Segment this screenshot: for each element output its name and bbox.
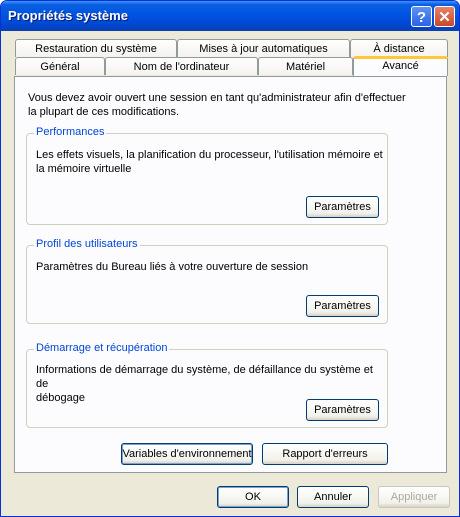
profil-settings-button[interactable]: Paramètres xyxy=(306,295,379,317)
close-button[interactable]: ✕ xyxy=(434,6,455,27)
tab-nom-de-l-ordinateur[interactable]: Nom de l'ordinateur xyxy=(105,57,258,75)
group-label-demarrage: Démarrage et récupération xyxy=(34,342,170,354)
performances-desc-line-1: Les effets visuels, la planification du … xyxy=(36,149,383,161)
intro-text: Vous devez avoir ouvert une session en t… xyxy=(28,91,406,119)
help-button[interactable]: ? xyxy=(411,6,432,27)
close-icon: ✕ xyxy=(438,9,451,26)
tab-restauration-du-systeme[interactable]: Restauration du système xyxy=(15,39,177,57)
intro-line-2: la plupart de ces modifications. xyxy=(28,106,180,118)
profil-description: Paramètres du Bureau liés à votre ouvert… xyxy=(36,260,308,274)
tab-general[interactable]: Général xyxy=(15,57,105,75)
group-demarrage-et-recuperation: Démarrage et récupération Informations d… xyxy=(26,342,388,428)
system-properties-window: Propriétés système ? ✕ Restauration du s… xyxy=(0,0,460,517)
cancel-button[interactable]: Annuler xyxy=(297,486,369,508)
error-reporting-button[interactable]: Rapport d'erreurs xyxy=(262,443,388,465)
profil-desc-line-1: Paramètres du Bureau liés à votre ouvert… xyxy=(36,261,309,273)
group-profil-des-utilisateurs: Profil des utilisateurs Paramètres du Bu… xyxy=(26,238,388,324)
group-performances: Performances Les effets visuels, la plan… xyxy=(26,126,388,225)
tab-materiel[interactable]: Matériel xyxy=(258,57,353,75)
demarrage-desc-line-1: Informations de démarrage du système, de… xyxy=(36,364,373,390)
tab-mises-a-jour-automatiques[interactable]: Mises à jour automatiques xyxy=(177,39,350,57)
tab-panel-avance: Vous devez avoir ouvert une session en t… xyxy=(14,76,447,473)
performances-desc-line-2: la mémoire virtuelle xyxy=(36,163,132,175)
environment-variables-button[interactable]: Variables d'environnement xyxy=(121,443,253,465)
group-label-profil: Profil des utilisateurs xyxy=(34,238,140,250)
tab-a-distance[interactable]: À distance xyxy=(350,39,448,57)
title-bar[interactable]: Propriétés système ? ✕ xyxy=(1,1,459,31)
ok-button[interactable]: OK xyxy=(217,486,289,508)
group-label-performances: Performances xyxy=(34,126,107,138)
window-title: Propriétés système xyxy=(8,8,128,23)
tab-avance[interactable]: Avancé xyxy=(353,56,448,76)
performances-settings-button[interactable]: Paramètres xyxy=(306,196,379,218)
intro-line-1: Vous devez avoir ouvert une session en t… xyxy=(28,92,406,104)
help-icon: ? xyxy=(416,9,427,26)
apply-button[interactable]: Appliquer xyxy=(378,486,450,508)
demarrage-settings-button[interactable]: Paramètres xyxy=(306,399,379,421)
performances-description: Les effets visuels, la planification du … xyxy=(36,148,383,176)
